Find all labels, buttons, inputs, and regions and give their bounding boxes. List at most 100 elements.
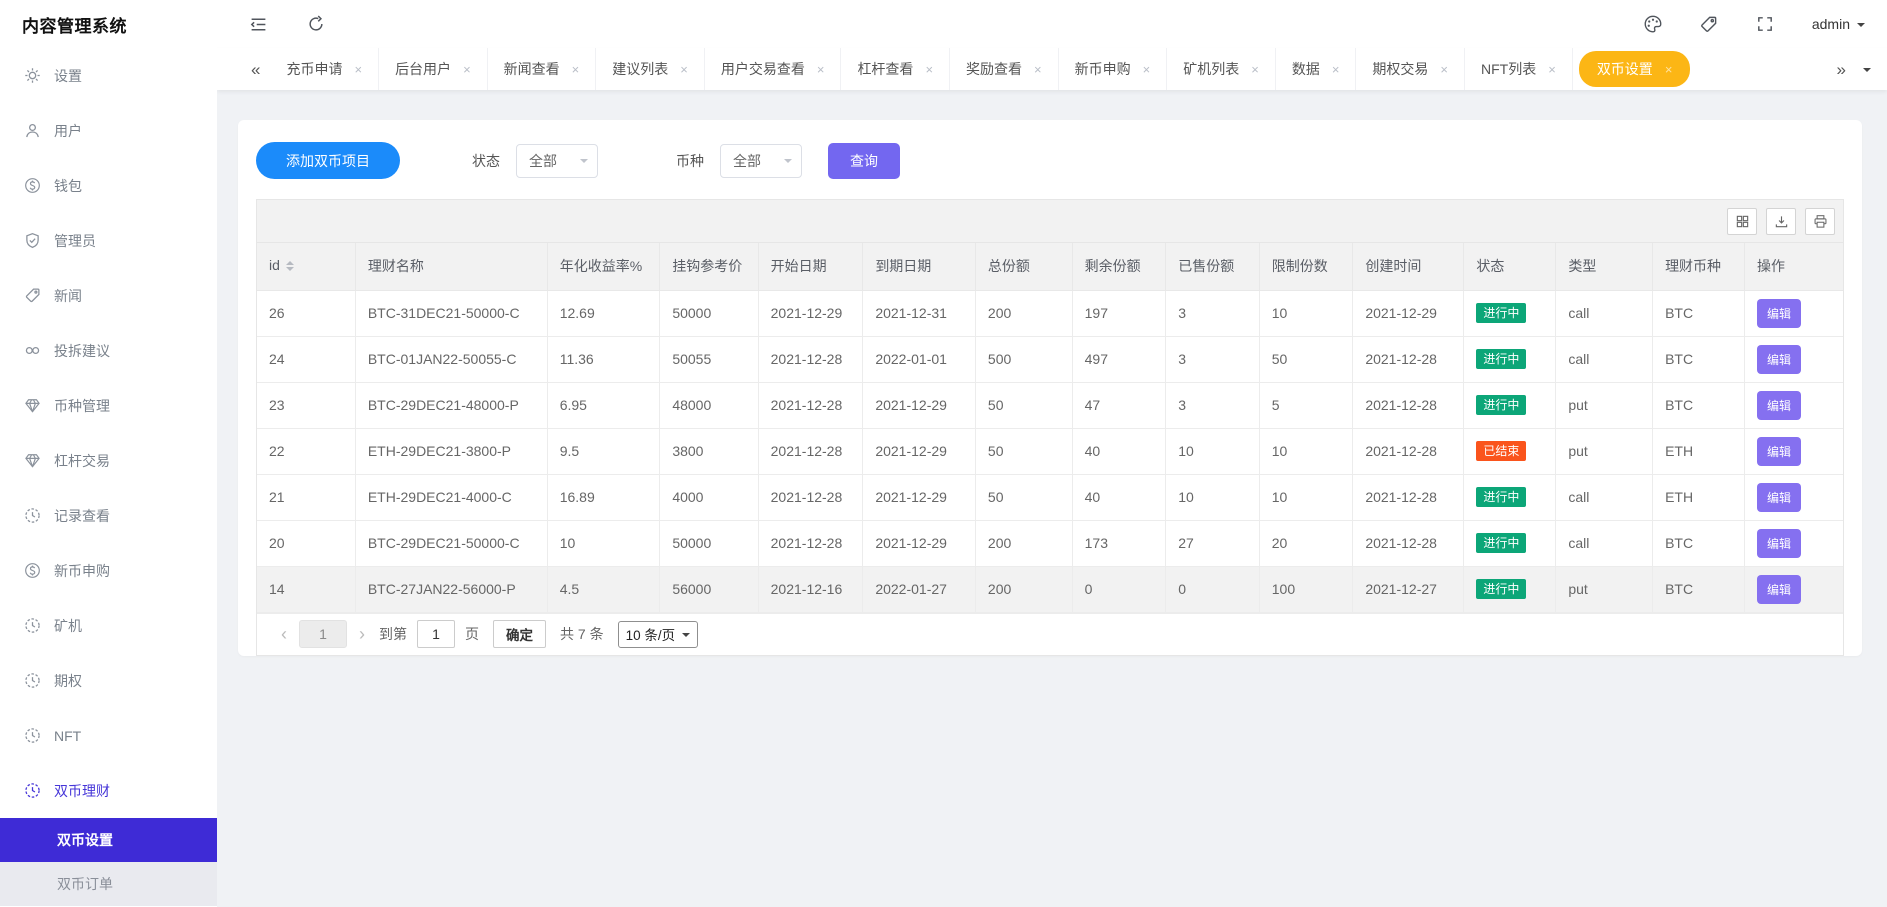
close-icon[interactable]: × <box>354 63 362 76</box>
status-badge: 进行中 <box>1476 303 1527 323</box>
dollar-circle-icon <box>24 562 41 579</box>
goto-label: 到第 <box>379 626 407 642</box>
search-button[interactable]: 查询 <box>828 142 900 179</box>
close-icon[interactable]: × <box>817 63 825 76</box>
table-row: 22 ETH-29DEC21-3800-P 9.5 3800 2021-12-28 202… <box>257 427 1843 475</box>
tab-news-view[interactable]: 新闻查看 × <box>488 48 597 90</box>
fullscreen-icon[interactable] <box>1754 13 1776 35</box>
content: 添加双币项目 状态 全部 币种 全部 查询 id 理财名称 年化收益率% 挂钩参… <box>217 90 1887 907</box>
menu-fold-icon[interactable] <box>247 13 269 35</box>
tabs-scroll-left[interactable]: « <box>241 61 270 78</box>
close-icon[interactable]: × <box>463 63 471 76</box>
sidebar-item-label: 管理员 <box>54 232 96 249</box>
sidebar-item-users[interactable]: 用户 <box>0 103 217 158</box>
close-icon[interactable]: × <box>1440 63 1448 76</box>
table-row: 26 BTC-31DEC21-50000-C 12.69 50000 2021-12-2… <box>257 289 1843 337</box>
sidebar-item-label: 杠杆交易 <box>54 452 110 469</box>
tab-new-coin-subscribe[interactable]: 新币申购 × <box>1059 48 1168 90</box>
edit-button[interactable]: 编辑 <box>1757 298 1802 328</box>
tab-leverage-view[interactable]: 杠杆查看 × <box>841 48 951 90</box>
table-row: 14 BTC-27JAN22-56000-P 4.5 56000 2021-12-16 2… <box>257 565 1843 613</box>
total-count: 共 7 条 <box>560 626 604 642</box>
sidebar-item-records[interactable]: 记录查看 <box>0 488 217 543</box>
column-grid-icon[interactable] <box>1727 207 1757 235</box>
page-size-select[interactable]: 10 条/页 <box>617 620 699 648</box>
sidebar-item-coin-manage[interactable]: 币种管理 <box>0 378 217 433</box>
sidebar-item-nft[interactable]: NFT <box>0 708 217 763</box>
export-icon[interactable] <box>1766 207 1796 235</box>
sidebar-item-leverage[interactable]: 杠杆交易 <box>0 433 217 488</box>
tabbar: « 充币申请 × 后台用户 × 新闻查看 × 建议列表 × 用户交易查看 × 杠杆查看 × … <box>217 48 1887 90</box>
next-page-icon[interactable]: › <box>351 625 373 643</box>
status-badge: 进行中 <box>1476 487 1527 507</box>
username: admin <box>1811 16 1850 32</box>
sidebar-item-options[interactable]: 期权 <box>0 653 217 708</box>
sidebar-menu: 设置 用户 钱包 管理员 新闻 投拆建议 币种管理 杠杆交易 记录查看 新币申购… <box>0 48 217 907</box>
tab-miner-list[interactable]: 矿机列表 × <box>1167 48 1276 90</box>
close-icon[interactable]: × <box>1548 63 1556 76</box>
table-block: id 理财名称 年化收益率% 挂钩参考价 开始日期 到期日期 总份额 剩余份额 … <box>256 199 1844 656</box>
print-icon[interactable] <box>1805 207 1835 235</box>
sidebar-item-miner[interactable]: 矿机 <box>0 598 217 653</box>
table-header-row: id 理财名称 年化收益率% 挂钩参考价 开始日期 到期日期 总份额 剩余份额 … <box>257 243 1843 291</box>
close-icon[interactable]: × <box>572 63 580 76</box>
edit-button[interactable]: 编辑 <box>1757 344 1802 374</box>
edit-button[interactable]: 编辑 <box>1757 436 1802 466</box>
sidebar-subitem-dual-orders[interactable]: 双币订单 <box>0 862 217 906</box>
goto-page-input[interactable] <box>417 620 455 648</box>
chevron-down-icon <box>682 632 691 641</box>
sidebar-item-label: NFT <box>54 727 82 744</box>
col-start: 开始日期 <box>757 243 864 291</box>
sidebar-item-settings[interactable]: 设置 <box>0 48 217 103</box>
close-icon[interactable]: × <box>1034 63 1042 76</box>
link-circles-icon <box>24 342 41 359</box>
tab-data[interactable]: 数据 × <box>1276 48 1357 90</box>
edit-button[interactable]: 编辑 <box>1757 390 1802 420</box>
open-tabs: 充币申请 × 后台用户 × 新闻查看 × 建议列表 × 用户交易查看 × 杠杆查看 × 奖励… <box>270 48 1826 90</box>
tab-suggestion-list[interactable]: 建议列表 × <box>596 48 705 90</box>
coin-select[interactable]: 全部 <box>720 143 802 178</box>
col-ref-price: 挂钩参考价 <box>659 243 759 291</box>
edit-button[interactable]: 编辑 <box>1757 574 1802 604</box>
tab-user-trade-view[interactable]: 用户交易查看 × <box>705 48 842 90</box>
sort-icon[interactable] <box>285 257 294 275</box>
tab-admin-users[interactable]: 后台用户 × <box>379 48 488 90</box>
sidebar-item-dual-currency[interactable]: 双币理财 <box>0 763 217 818</box>
close-icon[interactable]: × <box>1332 63 1340 76</box>
col-id[interactable]: id <box>257 243 356 291</box>
refresh-icon[interactable] <box>305 13 327 35</box>
user-menu[interactable]: admin <box>1812 16 1865 32</box>
close-icon[interactable]: × <box>1143 63 1151 76</box>
edit-button[interactable]: 编辑 <box>1757 528 1802 558</box>
prev-page-icon[interactable]: ‹ <box>273 625 295 643</box>
col-actions: 操作 <box>1744 243 1843 291</box>
add-dual-project-button[interactable]: 添加双币项目 <box>256 142 400 179</box>
sidebar-item-news[interactable]: 新闻 <box>0 268 217 323</box>
sidebar-item-new-coin[interactable]: 新币申购 <box>0 543 217 598</box>
tab-dual-currency-settings[interactable]: 双币设置 × <box>1578 51 1691 87</box>
sidebar-subitem-dual-settings[interactable]: 双币设置 <box>0 818 217 862</box>
sidebar-item-wallet[interactable]: 钱包 <box>0 158 217 213</box>
main-area: admin « 充币申请 × 后台用户 × 新闻查看 × 建议列表 × 用户交易查看 × … <box>217 0 1887 907</box>
close-icon[interactable]: × <box>925 63 933 76</box>
tabs-menu-caret-icon[interactable] <box>1863 67 1871 76</box>
close-icon[interactable]: × <box>1665 63 1673 76</box>
confirm-page-button[interactable]: 确定 <box>493 620 546 648</box>
close-icon[interactable]: × <box>680 63 688 76</box>
coin-filter-label: 币种 <box>676 152 704 169</box>
tab-deposit-request[interactable]: 充币申请 × <box>270 48 380 90</box>
history-icon <box>24 672 41 689</box>
edit-button[interactable]: 编辑 <box>1757 482 1802 512</box>
sidebar-item-admins[interactable]: 管理员 <box>0 213 217 268</box>
tab-options-trade[interactable]: 期权交易 × <box>1356 48 1465 90</box>
tag-icon[interactable] <box>1698 13 1720 35</box>
status-select[interactable]: 全部 <box>516 143 598 178</box>
palette-icon[interactable] <box>1642 13 1664 35</box>
close-icon[interactable]: × <box>1251 63 1259 76</box>
tab-nft-list[interactable]: NFT列表 × <box>1465 48 1573 90</box>
tab-reward-view[interactable]: 奖励查看 × <box>950 48 1059 90</box>
col-remaining: 剩余份额 <box>1071 243 1167 291</box>
sidebar-item-suggestions[interactable]: 投拆建议 <box>0 323 217 378</box>
current-page[interactable]: 1 <box>299 620 347 648</box>
tabs-scroll-right[interactable]: » <box>1827 61 1856 78</box>
